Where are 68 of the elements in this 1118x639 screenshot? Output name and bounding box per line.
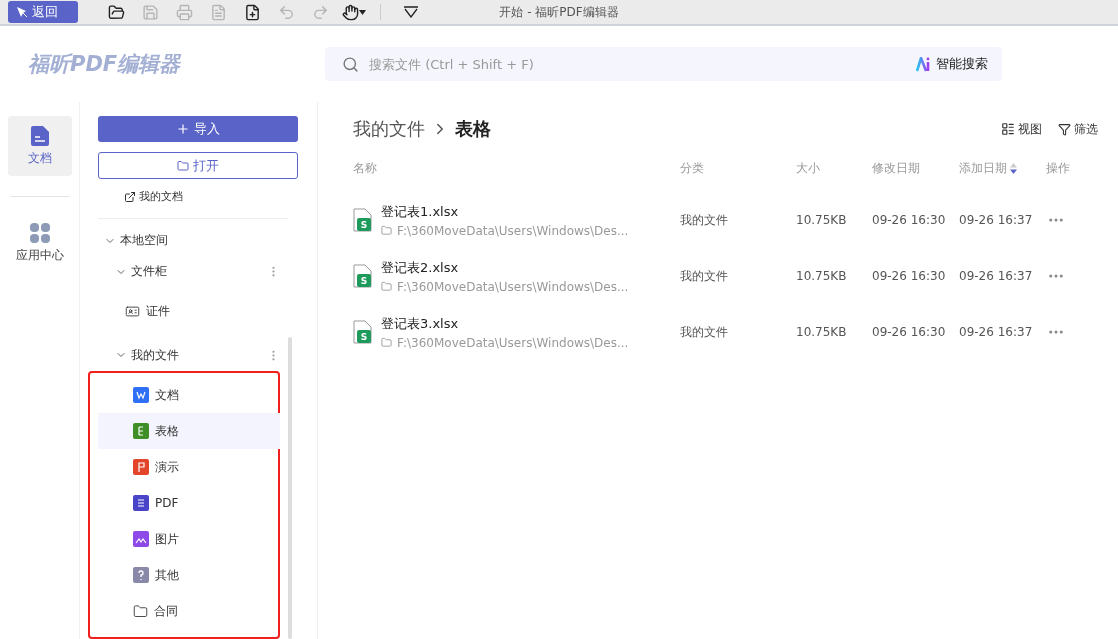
folder-icon <box>177 159 189 172</box>
tree-item[interactable]: 合同 <box>98 593 280 629</box>
table-cell-text: 10.75KB <box>796 212 848 229</box>
image-file-icon <box>133 531 149 547</box>
pdf-file-icon <box>133 495 149 511</box>
ai-logo-icon <box>916 56 932 72</box>
file-name[interactable]: 登记表3.xlsx <box>381 314 629 333</box>
breadcrumb-link[interactable]: 我的文件 <box>353 117 425 141</box>
scrollbar[interactable] <box>288 337 292 639</box>
table-cell-text: 我的文件 <box>680 267 729 285</box>
window-title: 开始 - 福昕PDF编辑器 <box>499 3 619 21</box>
table-cell-text: 我的文件 <box>680 211 729 229</box>
spreadsheet-file-icon: S <box>353 264 373 288</box>
question-file-icon <box>133 567 149 583</box>
sort-icon[interactable] <box>1010 162 1017 174</box>
table-cell-text: 09-26 16:30 <box>872 324 947 341</box>
file-path: F:\360MoveData\Users\Windows\Des... <box>397 335 629 350</box>
rail-tab[interactable]: 文档 <box>7 116 72 176</box>
tree-item[interactable]: 文档 <box>98 377 280 413</box>
table-cell-text: 10.75KB <box>796 324 848 341</box>
tree-item[interactable]: 我的文件 <box>131 346 263 364</box>
spreadsheet-file-icon: S <box>353 320 373 344</box>
tree-item[interactable]: 图片 <box>98 521 280 557</box>
document-icon <box>30 125 49 146</box>
file-name[interactable]: 登记表2.xlsx <box>381 258 629 277</box>
folder-icon <box>381 337 392 348</box>
my-docs-link[interactable]: 我的文档 <box>124 189 183 205</box>
app-logo: 福昕PDF编辑器 <box>28 52 181 76</box>
table-cell-text: 09-26 16:30 <box>872 212 947 229</box>
tree-item[interactable]: PDF <box>98 485 280 521</box>
rail-tab[interactable]: 应用中心 <box>7 213 72 273</box>
slides-file-icon <box>133 459 149 475</box>
smart-search-button[interactable]: 智能搜索 <box>916 55 988 73</box>
open-button[interactable]: 打开 <box>98 152 298 180</box>
tree-item[interactable]: 证件 <box>98 293 280 330</box>
link-icon <box>124 190 136 203</box>
table-cell-text: 我的文件 <box>680 323 729 341</box>
tree-item[interactable]: 演示 <box>98 449 280 485</box>
spreadsheet-file-icon: S <box>353 208 373 232</box>
search-icon <box>342 55 359 73</box>
folder-icon <box>381 281 392 292</box>
doc-file-icon <box>133 387 149 403</box>
file-name[interactable]: 登记表1.xlsx <box>381 202 629 221</box>
tree-item[interactable]: 文件柜 <box>131 263 263 281</box>
filter-icon <box>1058 122 1071 136</box>
list-view-icon <box>1001 122 1015 136</box>
plus-icon <box>176 122 190 137</box>
id-card-icon <box>125 304 140 320</box>
apps-grid-icon <box>29 222 50 243</box>
file-path: F:\360MoveData\Users\Windows\Des... <box>397 279 629 294</box>
back-button[interactable]: 返回 <box>8 1 78 23</box>
view-button[interactable]: 视图 <box>1001 120 1042 138</box>
folder-icon <box>133 603 148 619</box>
tree-item[interactable]: 其他 <box>98 557 280 593</box>
import-button[interactable]: 导入 <box>98 116 298 143</box>
sheet-file-icon <box>133 423 149 439</box>
folder-icon <box>381 225 392 236</box>
search-field[interactable]: 搜索文件 (Ctrl + Shift + F) 智能搜索 <box>325 47 1002 81</box>
tree-item[interactable]: 本地空间 <box>120 232 280 250</box>
filter-button[interactable]: 筛选 <box>1058 120 1098 138</box>
breadcrumb-current: 表格 <box>455 117 491 141</box>
table-cell-text: 10.75KB <box>796 268 848 285</box>
table-cell-text: 09-26 16:37 <box>959 324 1034 341</box>
table-cell-text: 09-26 16:30 <box>872 268 947 285</box>
table-cell-text: 09-26 16:37 <box>959 212 1034 229</box>
table-cell-text: 09-26 16:37 <box>959 268 1034 285</box>
file-path: F:\360MoveData\Users\Windows\Des... <box>397 223 629 238</box>
tree-item[interactable]: 表格 <box>98 413 280 449</box>
